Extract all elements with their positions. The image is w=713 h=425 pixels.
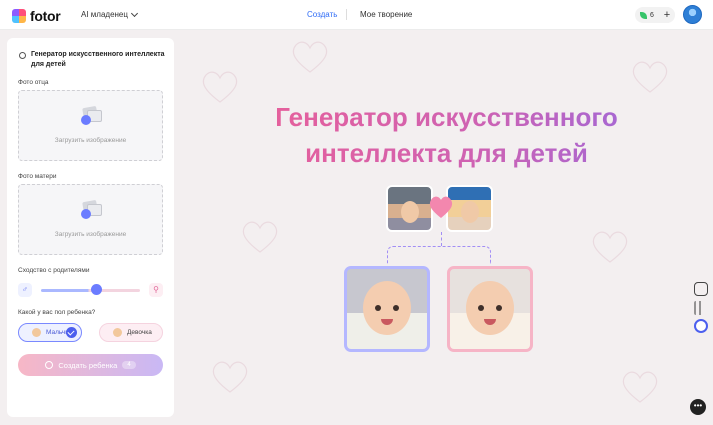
avatar[interactable] xyxy=(683,5,702,24)
sparkle-icon xyxy=(45,361,54,369)
grid-icon[interactable] xyxy=(694,301,708,315)
father-face xyxy=(401,201,419,223)
baby-girl-face xyxy=(466,281,514,335)
upload-icon xyxy=(81,105,103,125)
gender-girl-button[interactable]: Девочка xyxy=(99,323,163,342)
mother-upload-text: Загрузить изображение xyxy=(54,231,127,238)
baby-boy-face xyxy=(363,281,411,335)
credits-icon xyxy=(640,11,647,19)
connector-line xyxy=(441,232,442,246)
nav-my-creations[interactable]: Мое творение xyxy=(360,10,412,19)
hero-title-line1: Генератор искусственного xyxy=(275,102,618,132)
father-upload-area[interactable]: Загрузить изображение xyxy=(18,90,163,161)
baby-boy-result xyxy=(344,266,430,352)
background-heart-icon xyxy=(622,371,658,403)
father-example-photo xyxy=(386,185,433,232)
similarity-label: Сходство с родителями xyxy=(18,267,90,274)
father-photo-label: Фото отца xyxy=(18,79,49,86)
heart-icon xyxy=(429,196,453,218)
crop-icon[interactable] xyxy=(694,282,708,296)
gender-boy-button[interactable]: Мальчик xyxy=(18,323,82,342)
logo-text: fotor xyxy=(30,8,61,24)
similarity-slider-handle[interactable] xyxy=(91,284,102,295)
female-icon[interactable]: ⚲ xyxy=(149,283,163,297)
assistant-icon[interactable] xyxy=(694,319,708,333)
upload-icon xyxy=(81,199,103,219)
panel-title-text: Генератор искусственного интеллекта для … xyxy=(31,51,165,68)
hero-title: Генератор искусственного интеллекта для … xyxy=(180,99,713,171)
add-credits-button[interactable]: + xyxy=(659,7,675,23)
nav-divider xyxy=(346,9,347,20)
similarity-slider-row: ♂ ⚲ xyxy=(18,283,163,297)
generator-panel: Генератор искусственного интеллекта для … xyxy=(7,38,174,417)
chevron-down-icon xyxy=(130,9,139,17)
background-heart-icon xyxy=(632,61,668,93)
preview-area: Генератор искусственного интеллекта для … xyxy=(180,30,713,425)
background-heart-icon xyxy=(292,41,328,73)
create-baby-label: Создать ребенка xyxy=(58,360,118,370)
mother-face xyxy=(461,201,479,223)
model-dropdown[interactable]: AI младенец xyxy=(81,9,139,19)
settings-icon xyxy=(19,52,26,59)
credits-count: 6 xyxy=(650,11,654,19)
top-bar: fotor AI младенец Создать Мое творение 6… xyxy=(0,0,713,30)
gender-girl-label: Девочка xyxy=(127,329,152,336)
mother-photo-label: Фото матери xyxy=(18,173,57,180)
gender-label: Какой у вас пол ребенка? xyxy=(18,309,96,316)
male-icon[interactable]: ♂ xyxy=(18,283,32,297)
background-heart-icon xyxy=(212,361,248,393)
hero-title-line2: интеллекта для детей xyxy=(305,138,588,168)
connector-branch xyxy=(387,246,491,264)
background-heart-icon xyxy=(592,231,628,263)
model-dropdown-label: AI младенец xyxy=(81,10,128,19)
father-upload-text: Загрузить изображение xyxy=(54,137,127,144)
create-baby-button[interactable]: Создать ребенка 4 xyxy=(18,354,163,376)
mother-upload-area[interactable]: Загрузить изображение xyxy=(18,184,163,255)
chat-icon[interactable]: ••• xyxy=(690,399,706,415)
fotor-logo[interactable]: fotor xyxy=(12,8,61,24)
girl-emoji-icon xyxy=(113,328,122,337)
panel-title: Генератор искусственного интеллекта для … xyxy=(19,50,169,70)
background-heart-icon xyxy=(242,221,278,253)
boy-emoji-icon xyxy=(32,328,41,337)
baby-girl-result xyxy=(447,266,533,352)
create-cost-badge: 4 xyxy=(122,361,136,369)
nav-create[interactable]: Создать xyxy=(307,10,337,19)
check-icon xyxy=(66,327,77,338)
fotor-logo-icon xyxy=(12,9,26,23)
